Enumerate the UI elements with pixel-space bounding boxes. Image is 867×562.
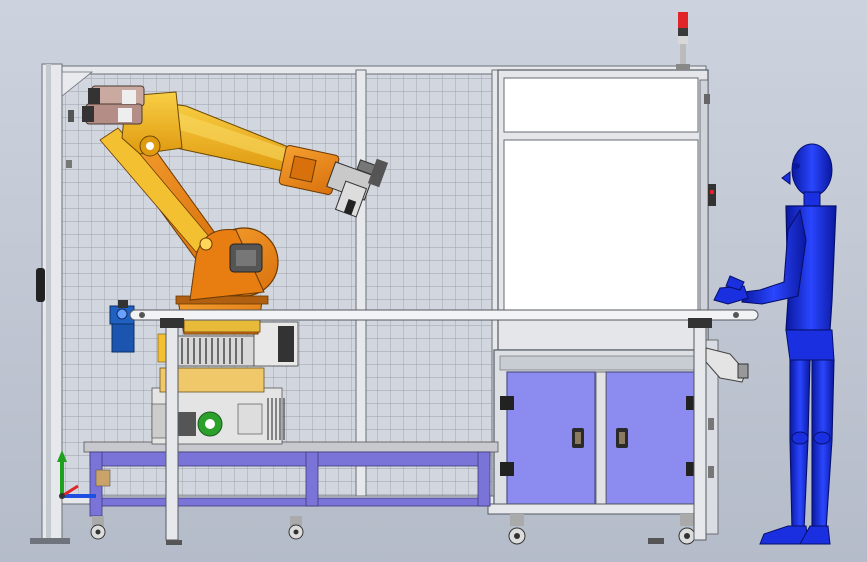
cabinet-upper-panel xyxy=(503,77,699,133)
cad-viewport[interactable] xyxy=(0,0,867,562)
cabinet-window-panel xyxy=(503,139,699,311)
caster-wheel-icon xyxy=(90,516,106,540)
cad-drawing xyxy=(0,0,867,562)
vacuum-pump xyxy=(109,300,135,353)
door-handle-icon[interactable] xyxy=(572,428,584,448)
motor-housing xyxy=(82,85,145,125)
caster-wheel-icon xyxy=(288,516,304,540)
signal-light-red xyxy=(678,12,688,28)
control-cabinet xyxy=(487,69,719,535)
door-handle-icon[interactable] xyxy=(616,428,628,448)
